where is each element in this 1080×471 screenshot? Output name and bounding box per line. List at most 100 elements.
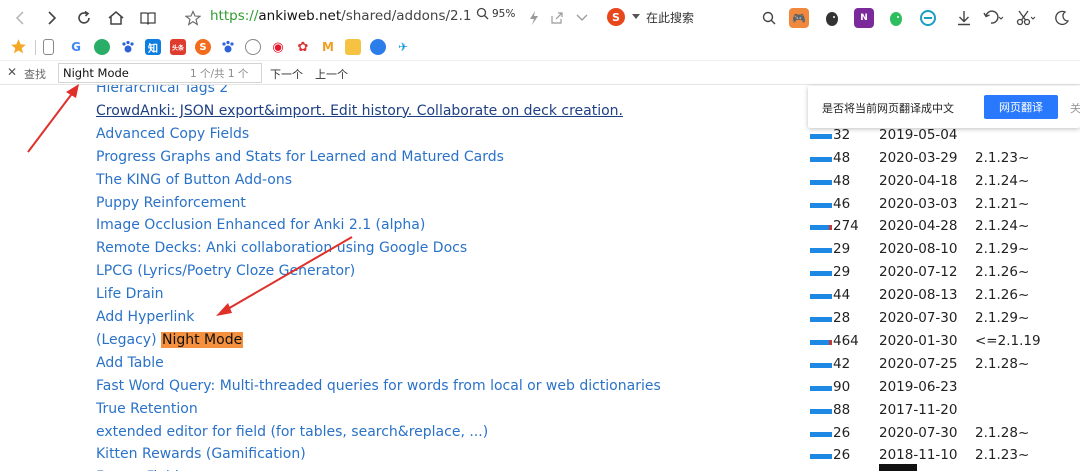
chevron-down-icon: [576, 14, 588, 21]
addon-version: 2.1.29~: [975, 310, 1030, 326]
mi-bookmark-icon[interactable]: M: [320, 39, 336, 55]
addon-title-link[interactable]: (Legacy) Night Mode: [96, 331, 244, 348]
addon-updated-date: 2020-03-29: [879, 149, 958, 166]
undo-icon: [983, 10, 1004, 24]
screenshot-button[interactable]: [1015, 6, 1039, 30]
rating-bar: [810, 385, 832, 391]
rating-bar: [810, 408, 832, 414]
lightning-button[interactable]: [522, 6, 546, 30]
addon-title-link[interactable]: Fast Word Query: Multi-threaded queries …: [96, 378, 661, 394]
addon-updated-date: 2017-11-20: [879, 401, 958, 418]
addon-version: 2.1.24~: [975, 218, 1030, 235]
addon-title-link[interactable]: Puppy Reinforcement: [96, 195, 246, 211]
news-bookmark-icon[interactable]: 头条: [170, 39, 186, 55]
addon-updated-date: 2020-07-30: [879, 310, 958, 326]
addon-title-link[interactable]: LPCG (Lyrics/Poetry Cloze Generator): [96, 263, 355, 279]
forward-button[interactable]: [40, 6, 64, 30]
baidu-paw-bookmark-icon[interactable]: [120, 39, 136, 55]
chat-bubble-icon: [920, 10, 936, 26]
share-button[interactable]: [545, 6, 569, 30]
find-close-icon[interactable]: ✕: [7, 65, 17, 79]
evernote-green-ext-icon[interactable]: [886, 8, 906, 28]
addon-title-link[interactable]: Life Drain: [96, 286, 164, 302]
addon-version: 2.1.24~: [975, 172, 1030, 189]
back-button[interactable]: [8, 6, 32, 30]
browser-window: { "toolbar": { "url_scheme": "https://",…: [0, 0, 1080, 471]
rating-bar: [810, 156, 832, 162]
addon-version: 2.1.23~: [975, 447, 1030, 464]
lightning-icon: [530, 11, 538, 25]
translate-close-button[interactable]: 关: [1070, 100, 1080, 116]
address-dropdown[interactable]: [570, 6, 594, 30]
orange-circle-bookmark-icon[interactable]: S: [195, 39, 211, 55]
addon-updated-date: 2018-11-10: [879, 447, 958, 464]
addon-title-link[interactable]: The KING of Button Add-ons: [96, 172, 292, 188]
zhihu-bookmark-icon[interactable]: 知: [145, 39, 161, 55]
addon-title-link[interactable]: Remote Decks: Anki collaboration using G…: [96, 240, 467, 256]
google-bookmark-icon[interactable]: G: [68, 39, 84, 55]
reader-button[interactable]: [136, 6, 160, 30]
addon-title-link[interactable]: Progress Graphs and Stats for Learned an…: [96, 149, 504, 165]
addon-version: 2.1.21~: [975, 195, 1030, 212]
addon-title-link[interactable]: extended editor for field (for tables, s…: [96, 424, 488, 440]
svg-text:S: S: [612, 11, 620, 24]
addon-rating-count: 90: [833, 378, 851, 395]
addon-updated-date: 2019-06-23: [879, 378, 958, 395]
addon-rating-count: 44: [833, 287, 851, 304]
addon-updated-date: 2020-08-10: [879, 241, 958, 258]
taobao-bookmark-icon[interactable]: ✿: [295, 39, 311, 55]
forward-arrow-icon: [48, 11, 57, 25]
url-scheme: https://: [210, 8, 259, 24]
addon-row: Progress Graphs and Stats for Learned an…: [0, 148, 1080, 171]
onenote-ext-icon[interactable]: N: [854, 8, 874, 28]
weibo-bookmark-icon[interactable]: ◉: [270, 39, 286, 55]
addon-row: Add Table 42 2020-07-25 2.1.28~: [0, 354, 1080, 377]
undo-button[interactable]: [981, 6, 1005, 30]
favorites-star-icon[interactable]: [10, 38, 27, 59]
globe-bookmark-icon[interactable]: [245, 39, 261, 55]
search-submit-button[interactable]: [757, 6, 781, 30]
wechat-bookmark-icon[interactable]: [94, 39, 110, 55]
mobile-bookmark-icon[interactable]: [43, 39, 54, 55]
translate-button[interactable]: 网页翻译: [984, 95, 1058, 119]
star-outline-icon: [185, 10, 201, 26]
addon-title-link[interactable]: Image Occlusion Enhanced for Anki 2.1 (a…: [96, 217, 425, 233]
addon-version: 2.1.28~: [975, 424, 1030, 441]
home-button[interactable]: [104, 6, 128, 30]
search-icon: [762, 11, 776, 25]
addon-title-link[interactable]: Add Table: [96, 355, 164, 371]
baidu-bookmark-icon[interactable]: [220, 39, 236, 55]
addon-title-link[interactable]: Advanced Copy Fields: [96, 126, 249, 142]
addon-title-link[interactable]: Hierarchical Tags 2: [96, 85, 228, 96]
chat-ext-icon[interactable]: [918, 8, 938, 28]
scissors-icon: [1016, 10, 1036, 26]
find-next-button[interactable]: 下一个: [270, 66, 303, 82]
addon-updated-date: 2020-04-18: [879, 172, 958, 189]
addon-rating-count: 29: [833, 241, 851, 258]
addon-title-link[interactable]: CrowdAnki: JSON export&import. Edit hist…: [96, 103, 623, 119]
reload-icon: [78, 10, 90, 24]
evernote-ext-icon[interactable]: [822, 8, 842, 28]
zoom-icon: [476, 7, 489, 20]
find-match-highlight: Night Mode: [161, 331, 244, 348]
bird-bookmark-icon[interactable]: ✈: [395, 39, 411, 55]
addon-row: Puppy Reinforcement 46 2020-03-03 2.1.21~: [0, 194, 1080, 217]
addon-rating-count: 28: [833, 310, 851, 326]
translate-prompt: 是否将当前网页翻译成中文 网页翻译 关: [808, 86, 1080, 128]
addon-updated-date: 2020-03-03: [879, 195, 958, 212]
download-button[interactable]: [952, 6, 976, 30]
reload-button[interactable]: [72, 6, 96, 30]
night-mode-button[interactable]: [1050, 6, 1074, 30]
bookmark-star-button[interactable]: [181, 6, 205, 30]
addon-title-link[interactable]: Kitten Rewards (Gamification): [96, 446, 306, 462]
address-bar[interactable]: https://ankiweb.net/shared/addons/2.1: [210, 8, 472, 24]
addon-title-link[interactable]: True Retention: [96, 401, 198, 417]
book-icon: [140, 12, 156, 25]
addon-title-link[interactable]: Add Hyperlink: [96, 309, 194, 325]
game-ext-icon[interactable]: 🎮: [789, 8, 809, 28]
search-box[interactable]: S 在此搜索: [606, 7, 694, 27]
find-prev-button[interactable]: 上一个: [315, 66, 348, 82]
blue-circle-bookmark-icon[interactable]: [370, 39, 386, 55]
zoom-indicator[interactable]: 95%: [476, 7, 515, 20]
folder-bookmark-icon[interactable]: [345, 39, 361, 55]
